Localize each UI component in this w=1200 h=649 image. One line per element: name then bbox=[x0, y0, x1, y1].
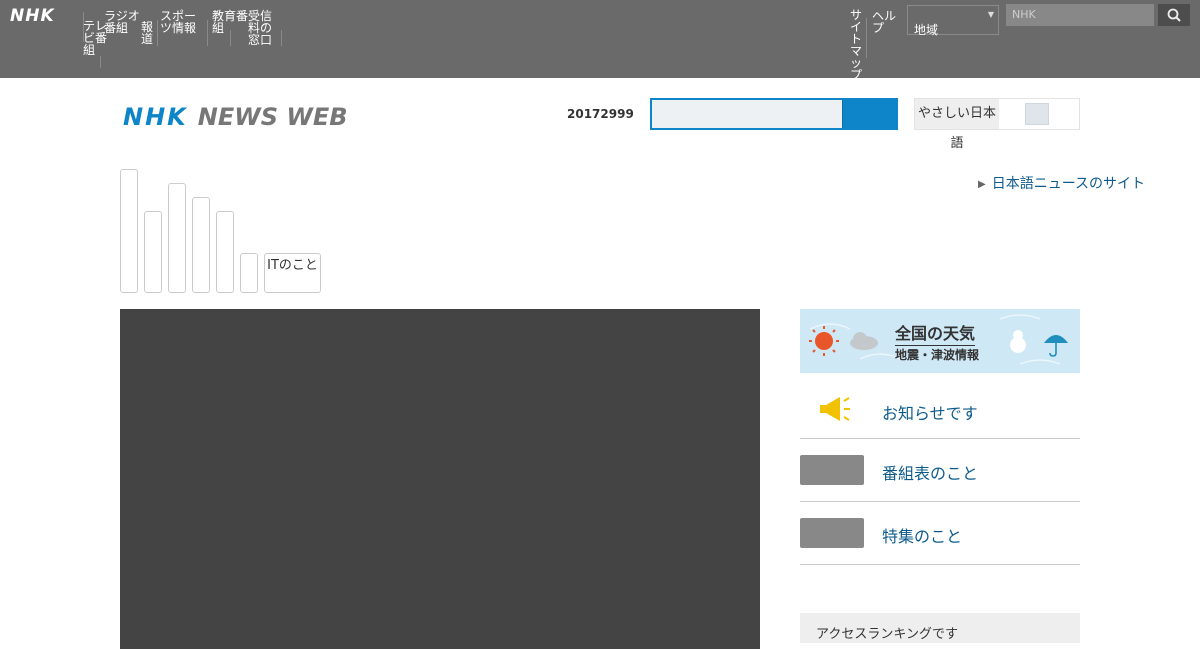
nav-item-news[interactable]: 報道 bbox=[141, 21, 157, 45]
current-date: 20172999 bbox=[567, 107, 634, 121]
right-item-label: お知らせです bbox=[882, 404, 978, 423]
category-tab[interactable] bbox=[192, 197, 210, 293]
ranking-title: アクセスランキングです bbox=[816, 627, 958, 642]
toggle-switch[interactable] bbox=[999, 99, 1079, 129]
news-search-button[interactable] bbox=[843, 100, 896, 128]
nav-divider bbox=[230, 30, 231, 46]
weather-banner[interactable]: 全国の天気 地震・津波情報 bbox=[800, 309, 1080, 373]
item-thumbnail bbox=[800, 518, 864, 548]
easy-japanese-toggle[interactable]: やさしい日本語 bbox=[914, 98, 1080, 151]
news-web-logo[interactable]: NHK NEWS WEB bbox=[123, 103, 348, 131]
category-tab[interactable] bbox=[144, 211, 162, 293]
nav-item-radio[interactable]: ラジオ番組 bbox=[104, 10, 142, 34]
category-tab[interactable] bbox=[240, 253, 258, 293]
toggle-knob bbox=[1025, 103, 1049, 125]
weather-subtitle: 地震・津波情報 bbox=[895, 348, 980, 362]
toggle-label: やさしい日本語 bbox=[917, 106, 996, 151]
news-search-input[interactable] bbox=[652, 100, 843, 128]
nav-divider bbox=[157, 20, 158, 46]
region-select[interactable]: 地域 ▼ bbox=[907, 5, 999, 37]
external-news-link[interactable]: ▶ 日本語ニュースのサイト bbox=[978, 173, 1145, 193]
megaphone-icon bbox=[820, 397, 850, 421]
right-list-item[interactable]: 特集のこと bbox=[800, 503, 1080, 565]
triangle-right-icon: ▶ bbox=[978, 179, 986, 190]
nav-divider bbox=[100, 56, 101, 68]
weather-title: 全国の天気 bbox=[895, 320, 976, 346]
nav-divider bbox=[281, 30, 282, 46]
global-header: NHK テレビ番組 ラジオ番組 報道 スポーツ情報 教育番組 受信料の窓口 サイ… bbox=[0, 0, 1200, 81]
nav-item-sports[interactable]: スポーツ情報 bbox=[160, 10, 204, 34]
category-tab[interactable] bbox=[168, 183, 186, 293]
chevron-down-icon: ▼ bbox=[987, 10, 994, 19]
right-list-item[interactable]: 番組表のこと bbox=[800, 440, 1080, 502]
global-search-button[interactable] bbox=[1158, 4, 1190, 26]
right-item-label: 番組表のこと bbox=[882, 464, 979, 483]
nav-divider bbox=[207, 20, 208, 46]
nav-item-fee[interactable]: 受信料の窓口 bbox=[248, 10, 282, 46]
nav-divider bbox=[866, 18, 867, 58]
nhk-logo[interactable]: NHK bbox=[10, 6, 55, 26]
main-video-player[interactable] bbox=[120, 309, 760, 649]
category-tab-it[interactable]: ITのこと bbox=[264, 253, 321, 293]
right-item-label: 特集のこと bbox=[882, 527, 963, 546]
right-list-item[interactable]: お知らせです bbox=[800, 380, 1080, 439]
item-thumbnail bbox=[800, 455, 864, 485]
news-search bbox=[650, 98, 898, 130]
global-search-input[interactable]: NHK bbox=[1006, 4, 1154, 26]
help-link[interactable]: ヘルプ bbox=[872, 10, 906, 34]
sitemap-link[interactable]: サイトマップ bbox=[850, 9, 872, 81]
category-tab[interactable] bbox=[216, 211, 234, 293]
category-tab[interactable] bbox=[120, 169, 138, 293]
search-icon bbox=[1167, 8, 1181, 22]
ranking-box[interactable]: アクセスランキングです bbox=[800, 613, 1080, 643]
